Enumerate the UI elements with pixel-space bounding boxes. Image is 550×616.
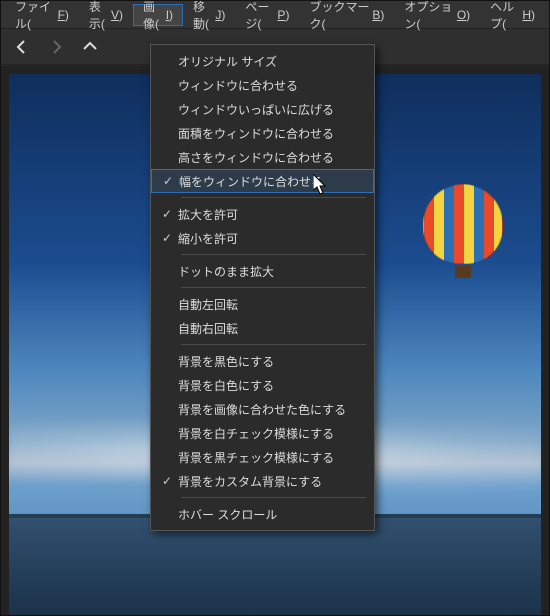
checkmark-icon: ✓: [156, 474, 178, 488]
nav-back-button[interactable]: [9, 34, 35, 60]
water-fg: [9, 518, 541, 615]
menu-separator: [181, 287, 366, 288]
menu-item-22[interactable]: ホバー スクロール: [151, 502, 374, 526]
menu-item-1[interactable]: 表示(V): [79, 1, 133, 28]
menu-item-10[interactable]: ドットのまま拡大: [151, 259, 374, 283]
checkmark-icon: ✓: [156, 231, 178, 245]
menu-item-label: 背景を黒チェック模様にする: [178, 449, 334, 466]
menu-item-label: 幅をウィンドウに合わせる: [179, 173, 323, 190]
menu-separator: [181, 197, 366, 198]
menu-item-label: 背景を白チェック模様にする: [178, 425, 334, 442]
menu-item-label: 自動左回転: [178, 296, 238, 313]
menu-item-7[interactable]: ✓拡大を許可: [151, 202, 374, 226]
checkmark-icon: ✓: [157, 174, 179, 188]
menu-item-12[interactable]: 自動左回転: [151, 292, 374, 316]
menu-item-0[interactable]: オリジナル サイズ: [151, 49, 374, 73]
menu-item-3[interactable]: 移動(J): [183, 1, 235, 28]
menu-item-18[interactable]: 背景を白チェック模様にする: [151, 421, 374, 445]
menu-item-label: ホバー スクロール: [178, 506, 277, 523]
nav-forward-button[interactable]: [43, 34, 69, 60]
checkmark-icon: ✓: [156, 207, 178, 221]
menu-item-20[interactable]: ✓背景をカスタム背景にする: [151, 469, 374, 493]
menu-separator: [181, 254, 366, 255]
hot-air-balloon: [423, 184, 503, 279]
menu-item-5[interactable]: ✓幅をウィンドウに合わせる: [151, 169, 374, 193]
menu-item-label: 面積をウィンドウに合わせる: [178, 125, 334, 142]
menu-item-label: 背景を画像に合わせた色にする: [178, 401, 346, 418]
menu-item-label: 背景をカスタム背景にする: [178, 473, 322, 490]
nav-up-button[interactable]: [77, 34, 103, 60]
menu-item-3[interactable]: 面積をウィンドウに合わせる: [151, 121, 374, 145]
menu-item-16[interactable]: 背景を白色にする: [151, 373, 374, 397]
menu-item-label: 拡大を許可: [178, 206, 238, 223]
menu-item-6[interactable]: オプション(O): [394, 1, 480, 28]
menu-item-2[interactable]: ウィンドウいっぱいに広げる: [151, 97, 374, 121]
menu-item-label: 背景を白色にする: [178, 377, 274, 394]
menu-item-5[interactable]: ブックマーク(B): [299, 1, 394, 28]
menu-item-17[interactable]: 背景を画像に合わせた色にする: [151, 397, 374, 421]
menu-item-2[interactable]: 画像(I): [133, 4, 183, 26]
menu-item-15[interactable]: 背景を黒色にする: [151, 349, 374, 373]
menu-item-label: 縮小を許可: [178, 230, 238, 247]
menu-separator: [181, 344, 366, 345]
menubar: ファイル(F)表示(V)画像(I)移動(J)ページ(P)ブックマーク(B)オプシ…: [1, 1, 549, 29]
image-menu-dropdown: オリジナル サイズウィンドウに合わせるウィンドウいっぱいに広げる面積をウィンドウ…: [150, 44, 375, 531]
menu-item-4[interactable]: 高さをウィンドウに合わせる: [151, 145, 374, 169]
menu-item-label: 背景を黒色にする: [178, 353, 274, 370]
menu-item-label: ドットのまま拡大: [178, 263, 274, 280]
menu-item-0[interactable]: ファイル(F): [5, 1, 79, 28]
menu-item-1[interactable]: ウィンドウに合わせる: [151, 73, 374, 97]
menu-item-label: ウィンドウに合わせる: [178, 77, 298, 94]
menu-item-label: 自動右回転: [178, 320, 238, 337]
menu-item-label: オリジナル サイズ: [178, 53, 277, 70]
menu-item-label: ウィンドウいっぱいに広げる: [178, 101, 334, 118]
menu-separator: [181, 497, 366, 498]
menu-item-label: 高さをウィンドウに合わせる: [178, 149, 334, 166]
menu-item-13[interactable]: 自動右回転: [151, 316, 374, 340]
menu-item-8[interactable]: ✓縮小を許可: [151, 226, 374, 250]
menu-item-4[interactable]: ページ(P): [235, 1, 299, 28]
menu-item-19[interactable]: 背景を黒チェック模様にする: [151, 445, 374, 469]
menu-item-7[interactable]: ヘルプ(H): [480, 1, 545, 28]
